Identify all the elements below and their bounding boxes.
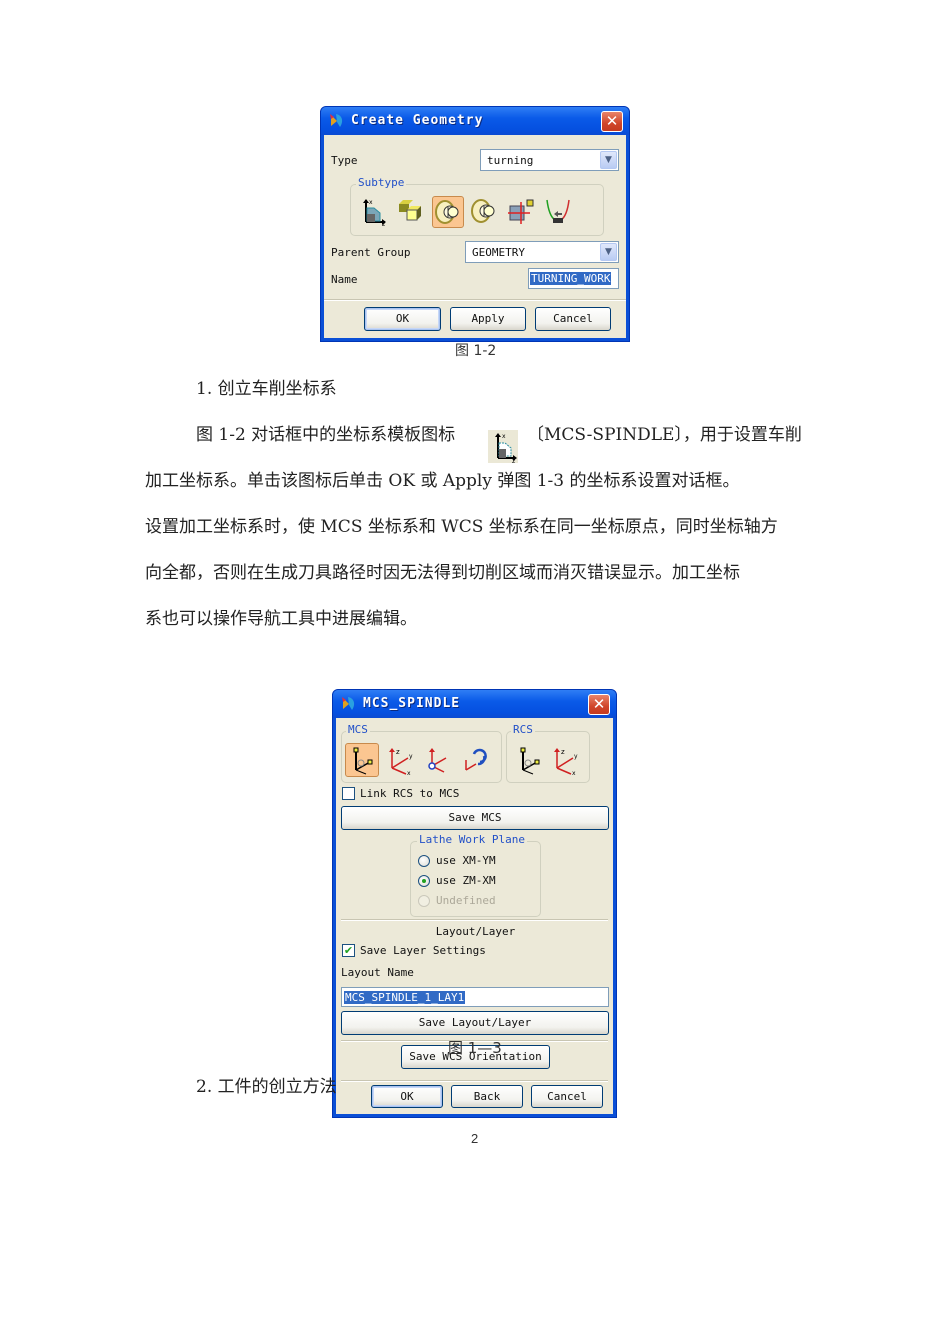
rcs-wcs-csys-icon[interactable]: z y x bbox=[549, 744, 581, 777]
paragraph-line: 图 1-2 对话框中的坐标系模板图标 bbox=[196, 412, 455, 458]
svg-text:y: y bbox=[574, 753, 578, 760]
save-layer-settings-checkbox[interactable]: ✔ bbox=[342, 944, 355, 957]
subtype-label: Subtype bbox=[356, 176, 407, 189]
parent-group-label: Parent Group bbox=[331, 246, 411, 259]
layout-name-value: MCS_SPINDLE_1_LAY1 bbox=[344, 991, 466, 1004]
cancel-button[interactable]: Cancel bbox=[535, 307, 611, 331]
svg-text:x: x bbox=[369, 199, 373, 206]
ok-button[interactable]: OK bbox=[371, 1085, 443, 1108]
type-label: Type bbox=[331, 154, 358, 167]
name-label: Name bbox=[331, 273, 358, 286]
create-geometry-dialog: Create Geometry ✕ Type turning ▼ Subtype… bbox=[320, 106, 630, 342]
lathe-work-plane-label: Lathe Work Plane bbox=[417, 833, 527, 846]
parent-group-value: GEOMETRY bbox=[472, 246, 525, 259]
save-mcs-button[interactable]: Save MCS bbox=[341, 806, 609, 830]
containment-icon[interactable] bbox=[543, 196, 575, 228]
avoidance-icon[interactable] bbox=[506, 196, 538, 228]
check-icon: ✔ bbox=[343, 944, 354, 957]
name-value: TURNING_WORK bbox=[530, 272, 612, 285]
origin-csys-icon[interactable] bbox=[422, 744, 454, 776]
chevron-down-icon[interactable]: ▼ bbox=[600, 243, 617, 261]
dialog-title: Create Geometry bbox=[351, 113, 484, 128]
radio-use-zm-xm[interactable] bbox=[418, 875, 430, 887]
layout-name-label: Layout Name bbox=[341, 966, 414, 979]
paragraph-line: 向全都，否则在生成刀具路径时因无法得到切削区域而消灭错误显示。加工坐标 bbox=[145, 563, 740, 583]
dialog-title: MCS_SPINDLE bbox=[363, 696, 461, 711]
rcs-group: RCS z y x bbox=[506, 723, 590, 783]
close-icon: ✕ bbox=[592, 695, 606, 713]
link-rcs-label: Link RCS to MCS bbox=[360, 787, 460, 800]
dialog-body: Type turning ▼ Subtype xz Parent Group G… bbox=[324, 135, 626, 338]
rcs-group-label: RCS bbox=[511, 723, 535, 736]
save-layer-settings-label: Save Layer Settings bbox=[360, 944, 486, 957]
type-dropdown[interactable]: turning ▼ bbox=[480, 149, 619, 171]
svg-text:y: y bbox=[409, 753, 413, 760]
svg-text:x: x bbox=[502, 433, 506, 440]
mcs-group: MCS z y x bbox=[341, 723, 502, 783]
paragraph-line: 〔MCS-SPINDLE〕，用于设置车削 bbox=[527, 412, 802, 458]
svg-text:x: x bbox=[407, 770, 411, 776]
page-number: 2 bbox=[471, 1131, 479, 1146]
divider bbox=[341, 1080, 608, 1082]
figure-caption-1-2: 图 1-2 bbox=[455, 343, 497, 359]
type-value: turning bbox=[487, 154, 534, 167]
paragraph-line: 系也可以操作导航工具中进展编辑。 bbox=[145, 609, 417, 629]
close-icon: ✕ bbox=[605, 112, 619, 130]
link-rcs-checkbox[interactable] bbox=[342, 787, 355, 800]
nx-app-icon bbox=[330, 114, 343, 127]
turning-workpiece-icon[interactable] bbox=[432, 196, 464, 228]
radio-use-xm-ym[interactable] bbox=[418, 855, 430, 867]
section-heading-2: 2. 工件的创立方法 bbox=[196, 1077, 337, 1097]
subtype-group: Subtype xz bbox=[350, 176, 604, 236]
svg-text:z: z bbox=[561, 748, 565, 756]
mcs-spindle-icon[interactable]: xz bbox=[358, 196, 390, 228]
title-bar[interactable]: Create Geometry ✕ bbox=[321, 107, 629, 135]
paragraph-text: 〔MCS-SPINDLE〕，用于设置车削 bbox=[527, 425, 802, 445]
paragraph-line: 设置加工坐标系时，使 MCS 坐标系和 WCS 坐标系在同一坐标原点，同时坐标轴… bbox=[145, 517, 778, 537]
turning-part-icon[interactable] bbox=[469, 196, 501, 228]
save-layout-layer-button[interactable]: Save Layout/Layer bbox=[341, 1011, 609, 1035]
cancel-button[interactable]: Cancel bbox=[531, 1085, 603, 1108]
back-button[interactable]: Back bbox=[451, 1085, 523, 1108]
close-button[interactable]: ✕ bbox=[588, 694, 610, 715]
radio-label: Undefined bbox=[436, 894, 496, 907]
paragraph-text: 图 1-2 对话框中的坐标系模板图标 bbox=[196, 425, 456, 445]
rotate-csys-icon[interactable] bbox=[460, 744, 492, 776]
ok-button[interactable]: OK bbox=[364, 307, 441, 331]
svg-text:x: x bbox=[572, 770, 576, 776]
apply-button[interactable]: Apply bbox=[450, 307, 526, 331]
svg-text:z: z bbox=[396, 748, 400, 756]
rcs-csys-dialog-icon[interactable] bbox=[513, 744, 545, 776]
title-bar[interactable]: MCS_SPINDLE ✕ bbox=[333, 690, 616, 718]
name-input[interactable]: TURNING_WORK bbox=[528, 268, 619, 289]
layout-name-input[interactable]: MCS_SPINDLE_1_LAY1 bbox=[341, 987, 609, 1007]
radio-undefined[interactable] bbox=[418, 895, 430, 907]
divider bbox=[324, 299, 626, 301]
csys-dialog-icon[interactable] bbox=[345, 743, 379, 777]
wcs-csys-icon[interactable]: z y x bbox=[384, 744, 416, 777]
svg-text:z: z bbox=[382, 221, 385, 226]
section-heading-1: 1. 创立车削坐标系 bbox=[196, 379, 337, 399]
chevron-down-icon[interactable]: ▼ bbox=[600, 151, 617, 169]
nx-app-icon bbox=[342, 697, 355, 710]
figure-caption-1-3: 图 1—3 bbox=[448, 1039, 502, 1057]
parent-group-dropdown[interactable]: GEOMETRY ▼ bbox=[465, 241, 619, 263]
radio-label: use ZM-XM bbox=[436, 874, 496, 887]
workpiece-icon[interactable] bbox=[395, 196, 427, 228]
radio-label: use XM-YM bbox=[436, 854, 496, 867]
close-button[interactable]: ✕ bbox=[601, 111, 623, 132]
layout-layer-heading: Layout/Layer bbox=[435, 925, 516, 938]
mcs-group-label: MCS bbox=[346, 723, 370, 736]
lathe-work-plane-group: Lathe Work Plane use XM-YM use ZM-XM Und… bbox=[410, 833, 541, 917]
divider bbox=[341, 919, 608, 921]
paragraph-line: 加工坐标系。单击该图标后单击 OK 或 Apply 弹图 1-3 的坐标系设置对… bbox=[145, 471, 740, 491]
